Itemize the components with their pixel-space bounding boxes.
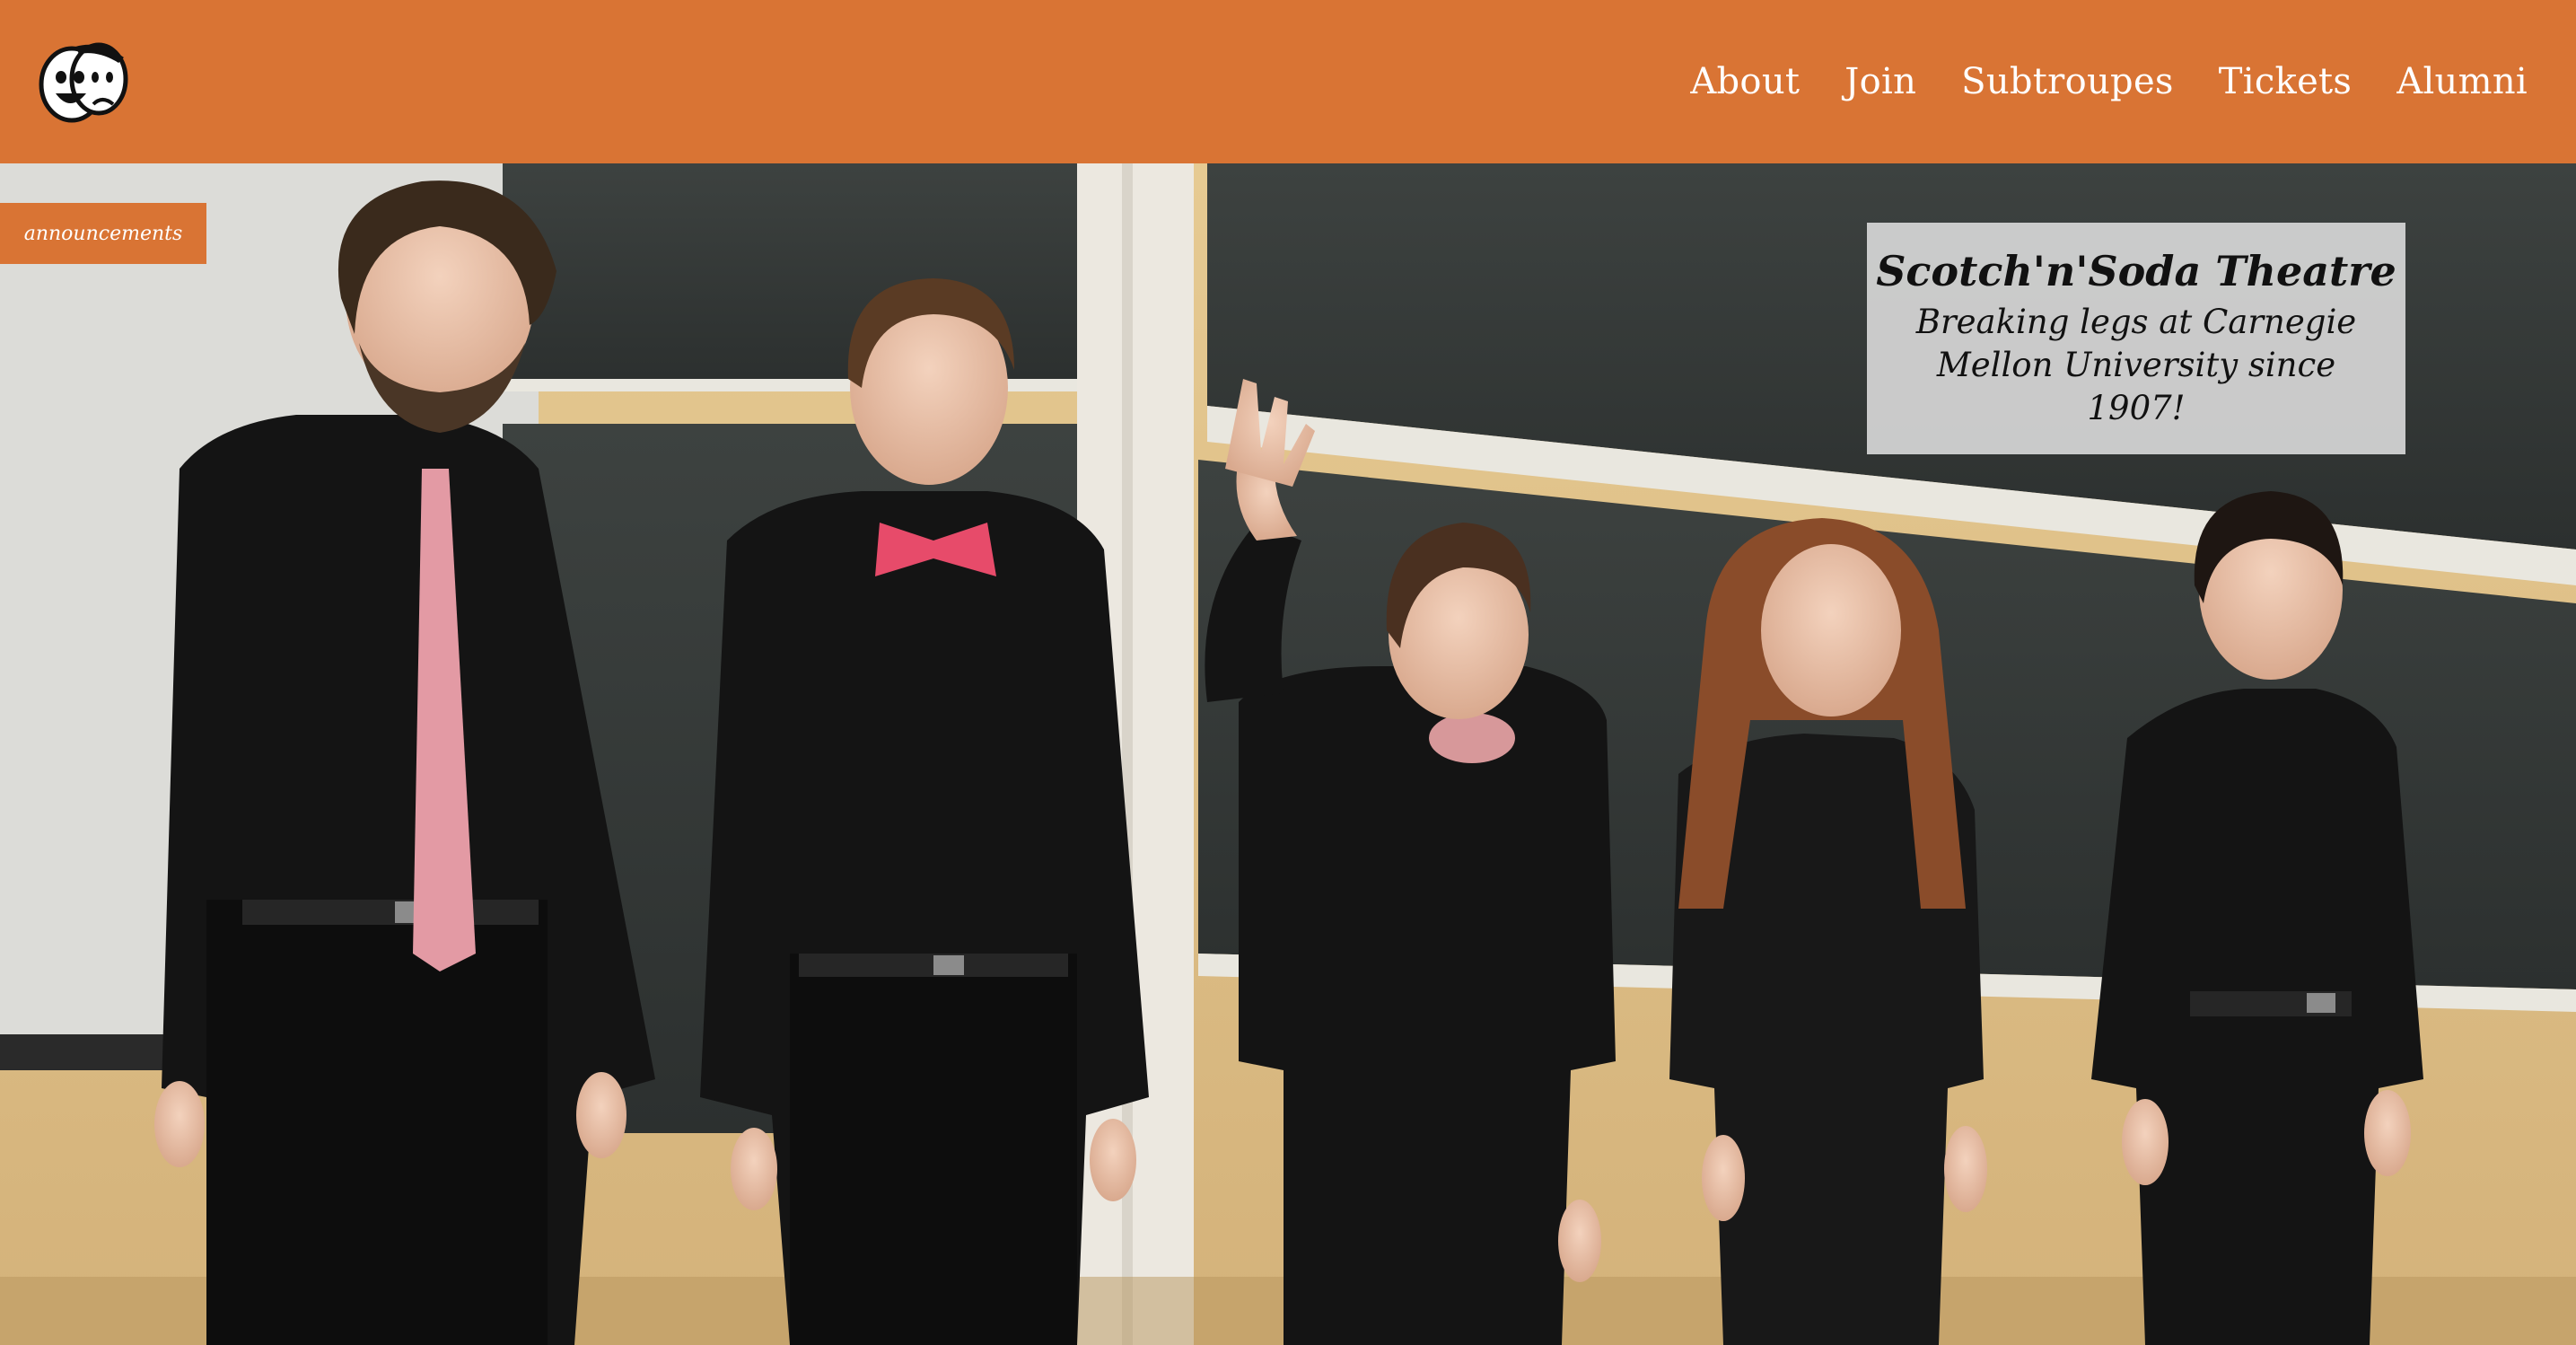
page: About Join Subtroupes Tickets Alumni ann… bbox=[0, 0, 2576, 1345]
comedy-tragedy-masks-icon bbox=[39, 42, 128, 123]
nav-link-tickets[interactable]: Tickets bbox=[2219, 61, 2353, 102]
hero-caption-title: Scotch'n'Soda Theatre bbox=[1876, 247, 2396, 295]
hero-caption-box: Scotch'n'Soda Theatre Breaking legs at C… bbox=[1867, 223, 2405, 454]
home-logo-link[interactable] bbox=[36, 38, 131, 126]
hero-caption-subtitle: Breaking legs at Carnegie Mellon Univers… bbox=[1915, 303, 2357, 427]
nav-link-about[interactable]: About bbox=[1690, 61, 1800, 102]
nav-link-alumni[interactable]: Alumni bbox=[2396, 61, 2528, 102]
main-nav: About Join Subtroupes Tickets Alumni bbox=[1690, 0, 2528, 163]
nav-link-subtroupes[interactable]: Subtroupes bbox=[1961, 61, 2174, 102]
site-header: About Join Subtroupes Tickets Alumni bbox=[0, 0, 2576, 163]
nav-link-join[interactable]: Join bbox=[1844, 61, 1916, 102]
announcements-tab[interactable]: announcements bbox=[0, 203, 206, 264]
